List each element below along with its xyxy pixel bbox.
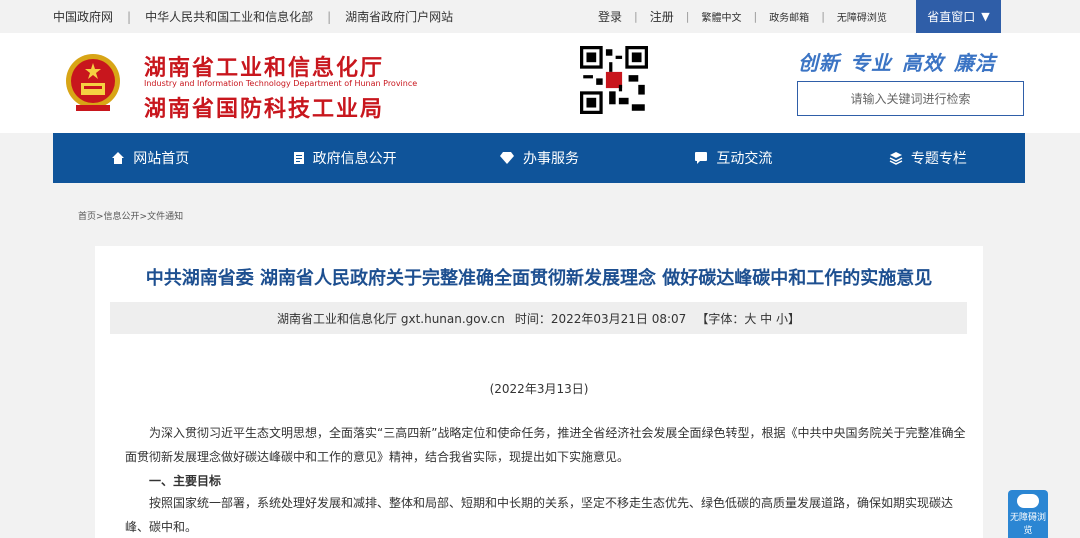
- slogan: 创新 专业 高效 廉洁: [798, 47, 1006, 76]
- chat-icon: [695, 152, 708, 164]
- province-window-button[interactable]: 省直窗口 ▼: [916, 0, 1001, 33]
- nav-item-label: 专题专栏: [910, 151, 967, 167]
- slogan-professional: 专业: [850, 51, 892, 75]
- nav-item-label: 办事服务: [523, 151, 580, 167]
- bureau-title: 湖南省国防科技工业局: [144, 97, 385, 122]
- article-meta: 湖南省工业和信息化厅 gxt.hunan.gov.cn 时间：2022年03月2…: [110, 302, 967, 334]
- login-link[interactable]: 登录: [598, 8, 622, 25]
- nav-item-label: 网站首页: [133, 151, 190, 167]
- link-hunan-gov[interactable]: 湖南省政府门户网站: [345, 8, 453, 25]
- slogan-innovation: 创新: [798, 51, 840, 75]
- article-paragraph: 为深入贯彻习近平生态文明思想，全面落实“三高四新”战略定位和使命任务，推进全省经…: [125, 426, 966, 464]
- qr-code-icon: [580, 46, 648, 114]
- external-links: 中国政府网 | 中华人民共和国工业和信息化部 | 湖南省政府门户网站: [53, 0, 453, 33]
- breadcrumb[interactable]: 首页>信息公开>文件通知: [78, 209, 183, 222]
- nav-item-interaction[interactable]: 互动交流: [636, 133, 830, 183]
- link-miit[interactable]: 中华人民共和国工业和信息化部: [145, 8, 313, 25]
- section-heading: 一、主要目标: [149, 474, 222, 488]
- nav-item-topics[interactable]: 专题专栏: [831, 133, 1025, 183]
- accessibility-label: 无障碍浏览: [1009, 513, 1046, 536]
- national-emblem-icon: [66, 54, 120, 111]
- top-bar: 中国政府网 | 中华人民共和国工业和信息化部 | 湖南省政府门户网站 登录 | …: [0, 0, 1080, 33]
- article-date: (2022年3月13日): [489, 382, 589, 396]
- article-time: 时间：2022年03月21日 08:07: [514, 311, 687, 326]
- article-panel: 中共湖南省委 湖南省人民政府关于完整准确全面贯彻新发展理念 做好碳达峰碳中和工作…: [95, 246, 983, 538]
- department-title-english: Industry and Information Technology Depa…: [144, 79, 418, 88]
- chevron-down-icon: ▼: [981, 10, 990, 23]
- department-title: 湖南省工业和信息化厅: [144, 56, 385, 81]
- nav-item-services[interactable]: 办事服务: [442, 133, 636, 183]
- accessible-browse-link[interactable]: 无障碍浏览: [837, 9, 887, 24]
- mailbox-link[interactable]: 政务邮箱: [769, 9, 809, 24]
- divider: |: [634, 10, 638, 23]
- main-nav: 网站首页 政府信息公开 办事服务 互动交流 专题专栏: [53, 133, 1025, 183]
- nav-item-label: 政府信息公开: [312, 151, 397, 167]
- font-size-control[interactable]: 【字体：大 中 小】: [696, 310, 800, 327]
- slogan-efficient: 高效: [902, 51, 944, 75]
- divider: |: [127, 9, 132, 24]
- user-links: 登录 | 注册 | 繁體中文 | 政务邮箱 | 无障碍浏览: [598, 0, 887, 33]
- slogan-clean: 廉洁: [954, 51, 996, 75]
- divider: |: [327, 9, 332, 24]
- document-icon: [293, 152, 304, 164]
- province-window-label: 省直窗口: [927, 10, 976, 24]
- divider: |: [685, 10, 690, 23]
- nav-item-home[interactable]: 网站首页: [53, 133, 247, 183]
- divider: |: [821, 10, 825, 23]
- register-link[interactable]: 注册: [650, 8, 674, 25]
- divider: |: [753, 10, 758, 23]
- accessibility-widget[interactable]: 无障碍浏览: [1008, 490, 1048, 538]
- home-icon: [112, 152, 125, 164]
- site-header: 湖南省工业和信息化厅 Industry and Information Tech…: [0, 33, 1080, 133]
- diamond-icon: [500, 152, 515, 164]
- nav-item-gov-info[interactable]: 政府信息公开: [247, 133, 441, 183]
- article-paragraph: 按照国家统一部署，系统处理好发展和减排、整体和局部、短期和中长期的关系，坚定不移…: [125, 496, 954, 534]
- article-source: 湖南省工业和信息化厅 gxt.hunan.gov.cn: [277, 311, 505, 326]
- search-input[interactable]: 请输入关键词进行检索: [797, 81, 1024, 116]
- nav-item-label: 互动交流: [716, 151, 773, 167]
- layers-icon: [889, 152, 903, 165]
- traditional-chinese-link[interactable]: 繁體中文: [701, 9, 741, 24]
- chat-bubble-icon: [1017, 494, 1039, 508]
- article-title: 中共湖南省委 湖南省人民政府关于完整准确全面贯彻新发展理念 做好碳达峰碳中和工作…: [145, 268, 933, 289]
- link-gov-cn[interactable]: 中国政府网: [53, 8, 113, 25]
